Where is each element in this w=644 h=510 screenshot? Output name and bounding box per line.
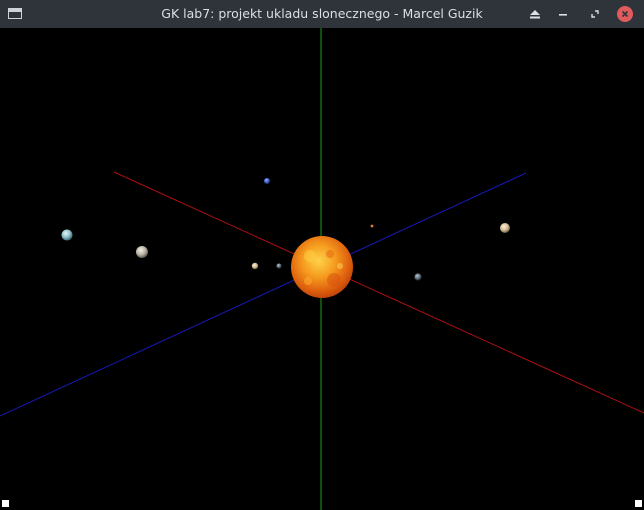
restore-button[interactable] <box>586 5 604 23</box>
planet-blue <box>264 178 270 184</box>
minimize-button[interactable] <box>554 5 572 23</box>
app-window: GK lab7: projekt ukladu slonecznego - Ma… <box>0 0 644 510</box>
planet-tan-large <box>500 223 510 233</box>
restore-icon <box>591 10 599 18</box>
opengl-viewport[interactable] <box>0 28 644 510</box>
window-title: GK lab7: projekt ukladu slonecznego - Ma… <box>161 6 483 21</box>
planet-dark-small <box>276 263 282 269</box>
solar-system-scene <box>0 28 644 510</box>
eject-icon <box>530 10 540 19</box>
resize-handle-bottom-right[interactable] <box>635 500 642 507</box>
planet-cyan <box>61 229 73 241</box>
planet-orange-tiny <box>370 224 374 228</box>
z-axis <box>0 172 527 417</box>
title-bar[interactable]: GK lab7: projekt ukladu slonecznego - Ma… <box>0 0 644 28</box>
close-icon <box>621 10 629 18</box>
planet-dark <box>414 273 422 281</box>
planet-tan-small <box>251 262 259 270</box>
x-axis <box>113 171 644 414</box>
sun <box>291 236 353 298</box>
shade-button[interactable] <box>526 5 544 23</box>
resize-handle-bottom-left[interactable] <box>2 500 9 507</box>
close-button[interactable] <box>617 6 633 22</box>
planet-grey-large <box>136 246 148 258</box>
minimize-icon <box>559 14 567 16</box>
